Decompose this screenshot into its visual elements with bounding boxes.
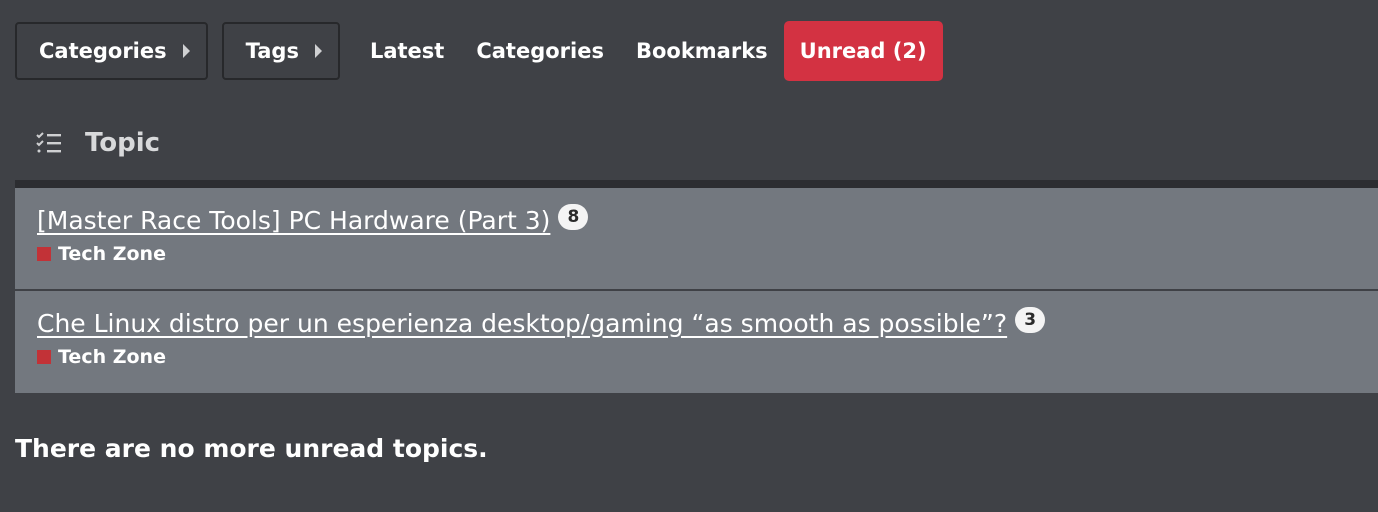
topic-title-link[interactable]: Che Linux distro per un esperienza deskt… xyxy=(37,309,1007,338)
category-color-swatch xyxy=(37,247,51,261)
category-name: Tech Zone xyxy=(58,346,166,368)
topic-list-header: Topic xyxy=(15,115,160,171)
topic-list: [Master Race Tools] PC Hardware (Part 3)… xyxy=(15,180,1378,395)
category-name: Tech Zone xyxy=(58,243,166,265)
topic-title-link[interactable]: [Master Race Tools] PC Hardware (Part 3) xyxy=(37,206,550,235)
nav-links: Latest Categories Bookmarks Unread (2) xyxy=(354,21,943,81)
categories-dropdown[interactable]: Categories xyxy=(15,22,208,80)
no-more-topics-message: There are no more unread topics. xyxy=(15,434,488,463)
caret-right-icon xyxy=(314,44,322,58)
topic-category[interactable]: Tech Zone xyxy=(37,346,1378,368)
nav-link-latest[interactable]: Latest xyxy=(354,21,460,81)
topic-row: [Master Race Tools] PC Hardware (Part 3)… xyxy=(15,188,1378,291)
column-header-topic[interactable]: Topic xyxy=(85,128,160,158)
categories-dropdown-label: Categories xyxy=(39,39,167,63)
nav-link-categories[interactable]: Categories xyxy=(460,21,620,81)
unread-count-badge[interactable]: 8 xyxy=(558,203,589,230)
tags-dropdown[interactable]: Tags xyxy=(221,22,340,80)
nav-link-bookmarks[interactable]: Bookmarks xyxy=(620,21,784,81)
topic-row: Che Linux distro per un esperienza deskt… xyxy=(15,291,1378,395)
unread-count-badge[interactable]: 3 xyxy=(1015,306,1046,333)
tags-dropdown-label: Tags xyxy=(245,39,299,63)
navigation-bar: Categories Tags Latest Categories Bookma… xyxy=(15,21,943,81)
list-check-icon[interactable] xyxy=(35,131,63,155)
caret-right-icon xyxy=(182,44,190,58)
nav-link-unread[interactable]: Unread (2) xyxy=(783,21,943,81)
category-color-swatch xyxy=(37,350,51,364)
topic-category[interactable]: Tech Zone xyxy=(37,243,1378,265)
